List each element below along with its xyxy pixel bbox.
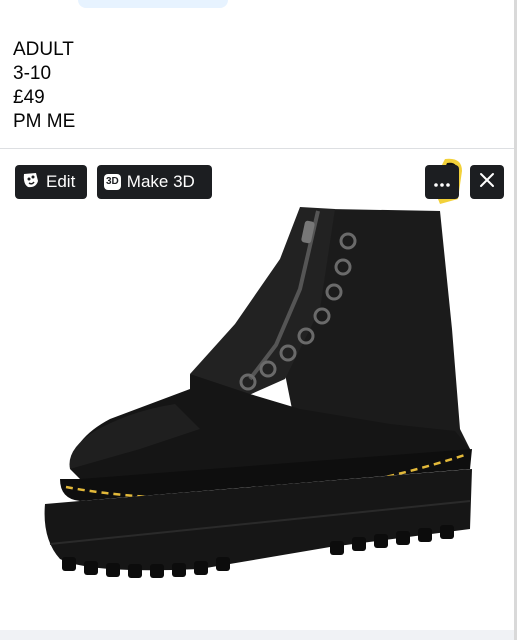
edit-button[interactable]: Edit [15, 165, 87, 199]
close-photo-button[interactable] [470, 165, 504, 199]
edit-palette-icon [22, 171, 40, 194]
make-3d-label: Make 3D [126, 172, 195, 191]
make-3d-button[interactable]: 3D Make 3D [97, 165, 212, 199]
post-line-4: PM ME [13, 111, 76, 132]
edit-label: Edit [46, 172, 76, 191]
3d-badge-icon: 3D [104, 174, 121, 190]
boot-image [44, 158, 472, 578]
more-options-button[interactable] [425, 165, 459, 199]
post-message: ADULT 3-10 £49 PM ME [13, 38, 75, 134]
post-line-3: £49 [13, 87, 45, 108]
ellipsis-icon [434, 172, 450, 192]
close-icon [479, 172, 495, 193]
post-line-1: ADULT [13, 39, 74, 60]
composer-bottom-edge [0, 630, 517, 640]
attached-photo[interactable] [0, 149, 514, 630]
top-status-pill [78, 0, 228, 8]
post-line-2: 3-10 [13, 63, 52, 84]
